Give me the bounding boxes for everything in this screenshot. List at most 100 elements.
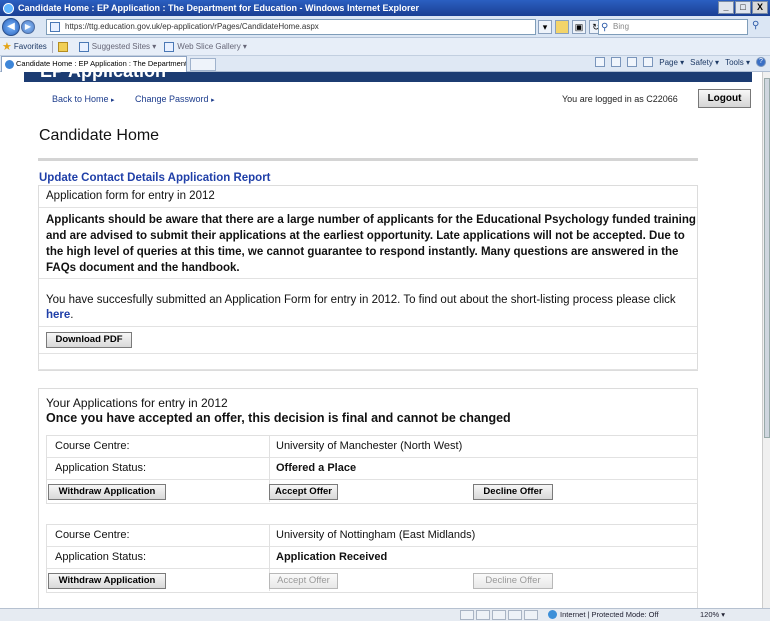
search-icon[interactable]: ⚲ (752, 20, 766, 34)
submitted-message: You have succesfully submitted an Applic… (46, 293, 694, 323)
dropdown-icon[interactable]: ▾ (538, 20, 552, 34)
period: . (70, 309, 74, 321)
change-password-link[interactable]: Change Password ▸ (135, 94, 215, 104)
site-topbar: Back to Home ▸ Change Password ▸ You are… (24, 82, 752, 120)
here-link[interactable]: here (46, 309, 70, 321)
favorites-item-label: Web Slice Gallery ▾ (177, 42, 247, 51)
window-titlebar: Candidate Home : EP Application : The De… (0, 0, 770, 16)
report-links[interactable]: Update Contact Details Application Repor… (39, 172, 271, 184)
page-menu[interactable]: Page ▾ (659, 58, 684, 67)
course-centre-value: University of Manchester (North West) (276, 440, 463, 452)
feeds-icon[interactable] (611, 57, 622, 67)
decline-offer-button[interactable]: Decline Offer (473, 484, 553, 500)
maximize-button[interactable]: □ (735, 1, 751, 14)
help-icon[interactable]: ? (756, 57, 766, 67)
address-row: ◀ ▶ https://ttg.education.gov.uk/ep-appl… (0, 16, 770, 38)
globe-icon (548, 610, 557, 619)
withdraw-application-button[interactable]: Withdraw Application (48, 573, 166, 589)
favorites-item-label: Suggested Sites ▾ (91, 42, 157, 51)
divider (39, 326, 697, 327)
status-cell (476, 610, 490, 620)
applicants-notice: Applicants should be aware that there ar… (46, 214, 696, 274)
download-pdf-button[interactable]: Download PDF (46, 332, 132, 348)
favorites-button[interactable]: Favorites (14, 42, 47, 51)
address-url: https://ttg.education.gov.uk/ep-applicat… (65, 22, 319, 31)
page-viewport: EP Application Back to Home ▸ Change Pas… (0, 72, 762, 608)
accept-offer-button[interactable]: Accept Offer (269, 573, 338, 589)
accept-offer-button[interactable]: Accept Offer (269, 484, 338, 500)
back-button[interactable]: ◀ (2, 17, 20, 36)
zoom-level[interactable]: 120% ▾ (700, 610, 725, 619)
scrollbar-thumb[interactable] (764, 78, 770, 438)
favorites-star-icon[interactable]: ★ (2, 40, 12, 53)
status-cell (524, 610, 538, 620)
withdraw-application-button[interactable]: Withdraw Application (48, 484, 166, 500)
favorites-bar: ★ Favorites Suggested Sites ▾ Web Slice … (0, 38, 770, 56)
address-bar[interactable]: https://ttg.education.gov.uk/ep-applicat… (46, 19, 536, 35)
site-banner: EP Application (24, 72, 752, 82)
suggested-sites-icon (78, 41, 89, 52)
home-icon[interactable] (595, 57, 606, 67)
tab-label: Candidate Home : EP Application : The De… (16, 59, 187, 68)
divider (47, 546, 697, 547)
divider (39, 278, 697, 279)
tools-menu[interactable]: Tools ▾ (725, 58, 750, 67)
favorites-item-web-slice-gallery[interactable]: Web Slice Gallery ▾ (164, 41, 247, 52)
compatibility-icon[interactable]: ▣ (572, 20, 586, 34)
decline-offer-button[interactable]: Decline Offer (473, 573, 553, 589)
application-status-label: Application Status: (55, 462, 147, 474)
application-form-panel: Application form for entry in 2012 Appli… (38, 185, 698, 371)
divider (39, 207, 697, 208)
status-cell (492, 610, 506, 620)
divider (47, 457, 697, 458)
minimize-button[interactable]: _ (718, 1, 734, 14)
application-status-label: Application Status: (55, 551, 147, 563)
divider (47, 568, 697, 569)
status-cell (460, 610, 474, 620)
search-engine-icon: ⚲ (601, 22, 609, 33)
new-tab-button[interactable] (190, 58, 216, 71)
back-to-home-label: Back to Home (52, 94, 109, 104)
vertical-scrollbar[interactable] (762, 72, 770, 608)
course-centre-label: Course Centre: (55, 529, 130, 541)
forward-button[interactable]: ▶ (21, 19, 35, 34)
window-controls: _ □ X (718, 1, 768, 14)
search-input[interactable]: ⚲ Bing (598, 19, 748, 35)
search-placeholder: Bing (613, 22, 630, 31)
mail-icon[interactable] (627, 57, 638, 67)
logout-button[interactable]: Logout (698, 89, 751, 108)
chevron-right-icon: ▸ (111, 97, 115, 104)
safety-menu[interactable]: Safety ▾ (690, 58, 719, 67)
application-card: Course Centre: University of Nottingham … (46, 524, 698, 593)
command-bar: Page ▾ Safety ▾ Tools ▾ ? (595, 57, 766, 67)
add-favorite-item[interactable] (57, 41, 71, 52)
window-title: Candidate Home : EP Application : The De… (18, 3, 419, 13)
security-zone[interactable]: Internet | Protected Mode: Off (548, 610, 659, 619)
change-password-label: Change Password (135, 94, 209, 104)
print-icon[interactable] (643, 57, 654, 67)
page-icon (50, 22, 60, 32)
tab-favicon-icon (5, 60, 14, 69)
divider (51, 40, 53, 53)
status-bar: Internet | Protected Mode: Off 120% ▾ (0, 608, 770, 621)
course-centre-value: University of Nottingham (East Midlands) (276, 529, 476, 541)
application-status-value: Offered a Place (276, 462, 357, 474)
back-to-home-link[interactable]: Back to Home ▸ (52, 94, 115, 104)
lock-icon[interactable] (555, 20, 569, 34)
submitted-text: You have succesfully submitted an Applic… (46, 294, 676, 306)
web-slice-icon (164, 41, 175, 52)
ie-logo-icon (3, 2, 14, 14)
application-status-value: Application Received (276, 551, 388, 563)
divider (47, 479, 697, 480)
applications-heading: Your Applications for entry in 2012 (46, 396, 228, 410)
divider (39, 353, 697, 354)
status-cell (508, 610, 522, 620)
favorites-item-suggested-sites[interactable]: Suggested Sites ▾ (78, 41, 157, 52)
tab-candidate-home[interactable]: Candidate Home : EP Application : The De… (1, 56, 187, 72)
close-button[interactable]: X (752, 1, 768, 14)
applications-panel: Your Applications for entry in 2012 Once… (38, 388, 698, 608)
divider (38, 158, 698, 161)
page-title: Candidate Home (39, 127, 160, 144)
status-cells (460, 610, 538, 620)
divider (38, 369, 698, 370)
